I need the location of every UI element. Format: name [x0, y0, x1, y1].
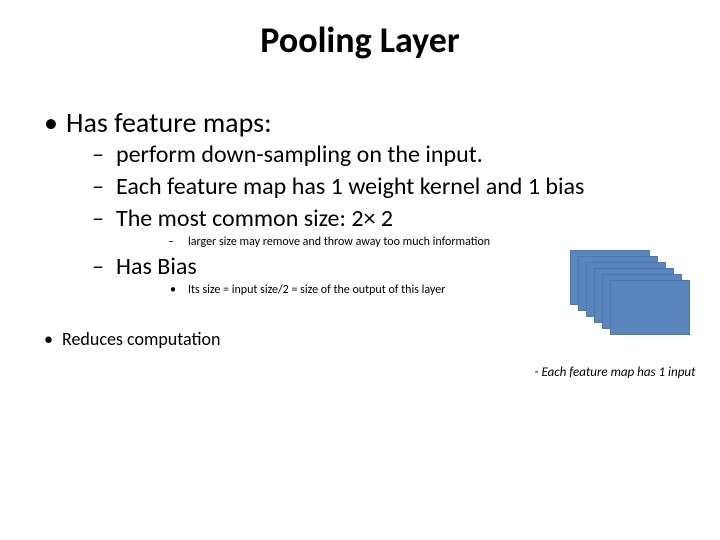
bullet-weight-kernel: Each feature map has 1 weight kernel and…	[90, 172, 680, 202]
text: Its size = input size/2 = size of the ou…	[188, 283, 445, 297]
text: The most common size: 2× 2	[116, 204, 393, 233]
text: Has Bias	[116, 252, 197, 281]
text: Reduces computation	[62, 328, 221, 350]
bullet-common-size: The most common size: 2× 2 larger size m…	[90, 204, 680, 250]
feature-map-stack	[570, 250, 690, 340]
bullet-larger-size: larger size may remove and throw away to…	[164, 234, 680, 250]
feature-map-rect	[610, 280, 690, 335]
text: larger size may remove and throw away to…	[188, 235, 490, 249]
text: perform down-sampling on the input.	[116, 140, 483, 169]
text: Has feature maps:	[66, 105, 272, 140]
text: Each feature map has 1 weight kernel and…	[116, 172, 584, 201]
bullet-down-sampling: perform down-sampling on the input.	[90, 140, 680, 170]
slide: Pooling Layer Has feature maps: perform …	[0, 0, 720, 540]
stack-caption: - Each feature map has 1 input	[520, 365, 710, 381]
slide-title: Pooling Layer	[0, 18, 720, 62]
